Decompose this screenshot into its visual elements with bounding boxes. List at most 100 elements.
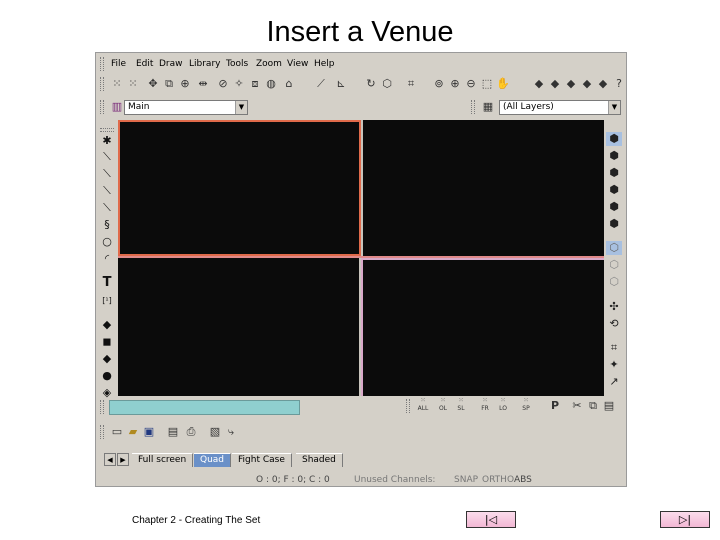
viewport-bottom-left[interactable] xyxy=(118,258,359,396)
text-size-icon[interactable]: ⌗ xyxy=(404,77,418,91)
menu-tools[interactable]: Tools xyxy=(226,59,248,69)
snap-grip[interactable] xyxy=(406,399,410,413)
tab-prev-icon[interactable]: ◀ xyxy=(104,453,116,466)
ortho-toggle[interactable]: ORTHO xyxy=(482,475,514,485)
view-side-icon[interactable]: ◆ xyxy=(548,77,562,91)
menu-library[interactable]: Library xyxy=(189,59,220,69)
snap-sl-button[interactable]: ⁙ SL xyxy=(452,397,470,415)
file-toolbar-grip[interactable] xyxy=(100,425,104,439)
viewport-top-right[interactable] xyxy=(363,120,604,256)
select-all-icon[interactable]: ⁙ xyxy=(110,77,124,91)
open-folder-icon[interactable]: ▰ xyxy=(126,425,140,439)
dimension-label-icon[interactable]: [¹] xyxy=(100,294,114,308)
properties-icon[interactable]: P xyxy=(548,399,562,413)
snap-ol-button[interactable]: ⁙ OL xyxy=(434,397,452,415)
view-back-icon[interactable]: ◆ xyxy=(596,77,610,91)
chevron-down-icon[interactable]: ▼ xyxy=(608,101,620,114)
snap-sp-button[interactable]: ⁙ SP xyxy=(517,397,535,415)
last-slide-button[interactable]: ▷| xyxy=(660,511,710,528)
menu-view[interactable]: View xyxy=(287,59,308,69)
wireframe-render-icon[interactable]: ⬡ xyxy=(606,241,622,255)
help-pointer-icon[interactable]: ⤷ xyxy=(224,425,238,439)
snap-fr-button[interactable]: ⁙ FR xyxy=(476,397,494,415)
polyline-icon[interactable]: ⟍ xyxy=(100,167,114,181)
double-line-icon[interactable]: ⟍ xyxy=(100,184,114,198)
library-books-icon[interactable]: ▥ xyxy=(110,100,124,114)
viewport-bottom-right[interactable] xyxy=(361,258,604,396)
export-image-icon[interactable]: ▧ xyxy=(208,425,222,439)
query-icon[interactable]: ? xyxy=(612,77,626,91)
pan-hand-icon[interactable]: ✋ xyxy=(496,77,510,91)
layer-manager-icon[interactable]: ▦ xyxy=(481,100,495,114)
view-cube-front-icon[interactable]: ⬢ xyxy=(606,132,622,146)
line-icon[interactable]: ⟍ xyxy=(100,150,114,164)
point-icon[interactable]: ✱ xyxy=(100,134,114,148)
paste-icon[interactable]: ▤ xyxy=(602,399,616,413)
zoom-out-icon[interactable]: ⊖ xyxy=(464,77,478,91)
layer-toolbar-grip[interactable] xyxy=(100,100,104,114)
text-tool-icon[interactable]: T xyxy=(100,276,114,290)
spline-icon[interactable]: § xyxy=(100,218,114,232)
erase-icon[interactable]: ⌂ xyxy=(282,77,296,91)
move-icon[interactable]: ✥ xyxy=(146,77,160,91)
menu-file[interactable]: File xyxy=(111,59,126,69)
zoom-in-icon[interactable]: ⊕ xyxy=(448,77,462,91)
chevron-down-icon[interactable]: ▼ xyxy=(235,101,247,114)
extend-icon[interactable]: ↗ xyxy=(606,375,622,389)
rotate-icon[interactable]: ⊘ xyxy=(216,77,230,91)
orbit-icon[interactable]: ⟲ xyxy=(606,317,622,331)
axis-icon[interactable]: ✣ xyxy=(606,300,622,314)
save-icon[interactable]: ▣ xyxy=(142,425,156,439)
print-preview-icon[interactable]: ▤ xyxy=(166,425,180,439)
mirror-icon[interactable]: ⇹ xyxy=(196,77,210,91)
toolbar-grip[interactable] xyxy=(100,77,104,91)
refresh-icon[interactable]: ↻ xyxy=(364,77,378,91)
sphere-icon[interactable]: ◈ xyxy=(100,386,114,400)
menu-edit[interactable]: Edit xyxy=(136,59,153,69)
snap-toggle[interactable]: SNAP xyxy=(454,475,478,485)
snap-lo-button[interactable]: ⁙ LO xyxy=(494,397,512,415)
tab-full-screen[interactable]: Full screen xyxy=(132,453,194,467)
view-top-icon[interactable]: ◆ xyxy=(564,77,578,91)
view-cube-back-icon[interactable]: ⬢ xyxy=(606,149,622,163)
first-slide-button[interactable]: |◁ xyxy=(466,511,516,528)
shaded-render-icon[interactable]: ⬡ xyxy=(606,275,622,289)
line-tool-icon[interactable]: ⟋ xyxy=(314,77,328,91)
tab-quad[interactable]: Quad xyxy=(194,453,232,467)
layers-filter-select[interactable]: (All Layers) ▼ xyxy=(499,100,621,115)
print-icon[interactable]: ⎙ xyxy=(184,425,198,439)
layers-grip[interactable] xyxy=(471,100,475,114)
copy-clipboard-icon[interactable]: ⧉ xyxy=(586,399,600,413)
tab-shaded[interactable]: Shaded xyxy=(296,453,343,467)
command-line-input[interactable] xyxy=(109,400,300,415)
zoom-extents-icon[interactable]: ⊚ xyxy=(432,77,446,91)
curve-icon[interactable]: ⟍ xyxy=(100,201,114,215)
zoom-window-icon[interactable]: ⬚ xyxy=(480,77,494,91)
scale-icon[interactable]: ✧ xyxy=(232,77,246,91)
view-front-icon[interactable]: ◆ xyxy=(532,77,546,91)
box-icon[interactable]: ◼ xyxy=(100,335,114,349)
extrude-icon[interactable]: ◆ xyxy=(100,318,114,332)
cut-icon[interactable]: ✂ xyxy=(570,399,584,413)
menu-grip[interactable] xyxy=(100,57,104,71)
view-cube-bottom-icon[interactable]: ⬢ xyxy=(606,217,622,231)
hidden-line-icon[interactable]: ⬡ xyxy=(606,258,622,272)
circle-icon[interactable]: ○ xyxy=(100,235,114,249)
draw-toolbar-grip[interactable] xyxy=(100,128,114,132)
cylinder-icon[interactable]: ● xyxy=(100,369,114,383)
select-icon[interactable]: ⁙ xyxy=(126,77,140,91)
menu-draw[interactable]: Draw xyxy=(159,59,183,69)
wireframe-icon[interactable]: ⬡ xyxy=(380,77,394,91)
layer-select[interactable]: Main ▼ xyxy=(124,100,248,115)
new-file-icon[interactable]: ▭ xyxy=(110,425,124,439)
pyramid-icon[interactable]: ◆ xyxy=(100,352,114,366)
view-iso-icon[interactable]: ◆ xyxy=(580,77,594,91)
view-cube-right-icon[interactable]: ⬢ xyxy=(606,183,622,197)
menu-zoom[interactable]: Zoom xyxy=(256,59,282,69)
dimension-icon[interactable]: ⊾ xyxy=(334,77,348,91)
tab-next-icon[interactable]: ▶ xyxy=(117,453,129,466)
grid-icon[interactable]: ⌗ xyxy=(606,341,622,355)
snap-point-icon[interactable]: ✦ xyxy=(606,358,622,372)
layers-icon[interactable]: ⧈ xyxy=(248,77,262,91)
viewport-top-left[interactable] xyxy=(118,120,361,256)
